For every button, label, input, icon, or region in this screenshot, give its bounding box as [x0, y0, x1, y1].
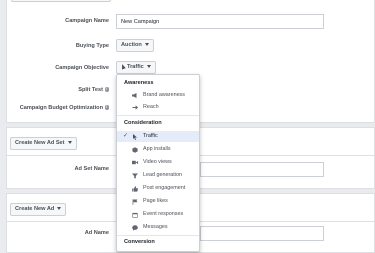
menu-separator	[117, 235, 199, 236]
info-icon[interactable]: i	[104, 87, 109, 92]
menu-item-label: Lead generation	[143, 172, 182, 178]
campaign-name-input[interactable]: New Campaign	[116, 14, 324, 29]
menu-item-event-responses[interactable]: Event responses	[117, 209, 199, 220]
menu-item-traffic[interactable]: ✓ Traffic	[117, 131, 199, 142]
split-test-text: Split Test	[78, 87, 103, 93]
menu-header-awareness: Awareness	[124, 80, 154, 86]
chevron-down-icon	[146, 65, 151, 69]
create-ad-set-label: Create New Ad Set	[15, 140, 65, 146]
box-icon	[132, 146, 138, 153]
buying-type-value: Auction	[121, 42, 142, 48]
buying-type-label: Buying Type	[75, 43, 109, 49]
ad-set-name-label: Ad Set Name	[74, 166, 109, 172]
menu-item-brand-awareness[interactable]: Brand awareness	[117, 90, 199, 101]
info-icon[interactable]: i	[104, 105, 109, 110]
menu-item-messages[interactable]: Messages	[117, 222, 199, 233]
ad-set-name-input[interactable]	[200, 162, 324, 177]
menu-item-label: Event responses	[143, 211, 184, 217]
menu-item-post-engagement[interactable]: Post engagement	[117, 183, 199, 194]
objective-menu: Awareness Brand awareness Reach Consider…	[116, 74, 200, 252]
funnel-icon	[132, 173, 138, 178]
budget-optimization-text: Campaign Budget Optimization	[19, 105, 103, 111]
menu-header-conversion: Conversion	[124, 239, 155, 245]
menu-item-label: Reach	[143, 104, 159, 110]
reach-icon	[132, 105, 138, 110]
buying-type-dropdown[interactable]: Auction	[116, 39, 154, 52]
campaign-name-label: Campaign Name	[65, 18, 109, 24]
menu-item-lead-generation[interactable]: Lead generation	[117, 170, 199, 181]
menu-item-label: Messages	[143, 224, 168, 230]
budget-optimization-label: Campaign Budget Optimization i	[3, 105, 109, 111]
menu-item-label: App installs	[143, 146, 171, 152]
checkmark-icon: ✓	[123, 133, 129, 139]
create-ad-set-button[interactable]: Create New Ad Set	[10, 137, 77, 150]
split-test-label: Split Test i	[3, 87, 109, 93]
chevron-down-icon	[144, 43, 149, 47]
chat-icon	[132, 224, 138, 231]
video-icon	[132, 160, 138, 165]
menu-separator	[117, 115, 199, 116]
menu-item-label: Post engagement	[143, 185, 186, 191]
megaphone-icon	[132, 93, 138, 98]
create-ad-label: Create New Ad	[15, 206, 55, 212]
thumbs-up-icon	[132, 185, 138, 192]
menu-item-page-likes[interactable]: Page likes	[117, 196, 199, 207]
ad-name-input[interactable]	[200, 226, 324, 241]
menu-header-consideration: Consideration	[124, 120, 162, 126]
menu-item-video-views[interactable]: Video views	[117, 157, 199, 168]
campaign-objective-value: Traffic	[127, 64, 144, 70]
campaign-objective-dropdown[interactable]: Traffic	[116, 61, 156, 74]
menu-item-label: Video views	[143, 159, 172, 165]
ad-name-label: Ad Name	[84, 230, 109, 236]
create-ad-button[interactable]: Create New Ad	[10, 203, 67, 216]
menu-item-label: Traffic	[143, 133, 158, 139]
menu-item-reach[interactable]: Reach	[117, 102, 199, 113]
top-cut-button[interactable]	[11, 0, 111, 2]
flag-icon	[132, 198, 138, 205]
cursor-icon	[120, 63, 126, 70]
menu-item-app-installs[interactable]: App installs	[117, 144, 199, 155]
chevron-down-icon	[57, 207, 62, 211]
calendar-icon	[132, 212, 138, 218]
campaign-objective-label: Campaign Objective	[55, 65, 109, 71]
cursor-icon	[132, 133, 138, 140]
chevron-down-icon	[67, 141, 72, 145]
menu-item-label: Page likes	[143, 198, 168, 204]
menu-item-label: Brand awareness	[143, 92, 185, 98]
